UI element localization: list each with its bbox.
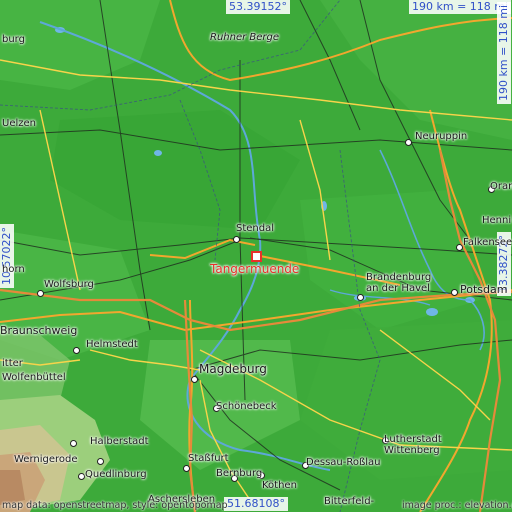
place-dot (73, 347, 80, 354)
credit-image-proc: image proc.: elevation.city (402, 500, 512, 511)
place-label-bernburg: Bernburg (216, 468, 263, 479)
place-dot (183, 465, 190, 472)
place-dot (405, 139, 412, 146)
place-label-oran: Oran (490, 181, 512, 192)
place-label-dessau: Dessau-Roßlau (306, 457, 381, 468)
place-label-helmstedt: Helmstedt (86, 339, 138, 350)
place-label-wolfenbuettel: Wolfenbüttel (2, 372, 66, 383)
scale-horizontal: 190 km = 118 mi (409, 0, 512, 14)
place-dot (456, 244, 463, 251)
place-dot (191, 376, 198, 383)
place-label-uelzen: Uelzen (2, 118, 36, 129)
place-label-braunschweig: Braunschweig (0, 324, 78, 337)
place-label-quedlinburg: Quedlinburg (85, 469, 147, 480)
place-label-wernigerode: Wernigerode (14, 454, 78, 465)
place-dot (233, 236, 240, 243)
place-label-magdeburg: Magdeburg (199, 362, 267, 376)
place-label-neuruppin: Neuruppin (415, 131, 468, 142)
place-label-falkensee: Falkensee (463, 237, 512, 248)
place-label-koethen: Köthen (262, 480, 297, 491)
place-dot (70, 440, 77, 447)
place-label-schoenebeck: Schönebeck (216, 401, 277, 412)
coord-top: 53.39152° (226, 0, 290, 14)
place-label-halberstadt: Halberstadt (90, 436, 149, 447)
place-label-stassfurt: Staßfurt (188, 453, 229, 464)
place-label-itter: itter (2, 358, 23, 369)
place-label-lutherstadt: Lutherstadt (384, 434, 442, 445)
place-label-brandenburg-2: an der Havel (366, 283, 430, 294)
coord-left: 10.57022° (0, 224, 14, 288)
place-label-bitterfeld: Bitterfeld- (324, 496, 375, 507)
scale-vertical: 190 km = 118 mi (497, 1, 511, 104)
place-label-horn: horn (2, 264, 25, 275)
coord-bottom: 51.68108° (224, 497, 288, 511)
target-label: Tangermuende (210, 262, 300, 276)
place-label-henni: Henni (482, 215, 512, 226)
credit-map-data: map data: openstreetmap, style: opentopo… (2, 500, 228, 511)
place-label-stendal: Stendal (236, 223, 275, 234)
place-dot (357, 294, 364, 301)
place-label-brandenburg: Brandenburg (366, 272, 432, 283)
place-dot (78, 473, 85, 480)
place-label-wolfsburg: Wolfsburg (44, 279, 94, 290)
place-label-potsdam: Potsdam (460, 283, 508, 296)
place-dot (97, 458, 104, 465)
place-label-wittenberg: Wittenberg (384, 445, 440, 456)
target-marker-icon (251, 251, 262, 262)
place-dot (37, 290, 44, 297)
place-dot (451, 289, 458, 296)
map-viewport[interactable]: 53.39152° 51.68108° 10.57022° 13.38272° … (0, 0, 512, 512)
place-label-ruhner-berge: Ruhner Berge (210, 32, 280, 43)
place-label-burg: burg (2, 34, 25, 45)
